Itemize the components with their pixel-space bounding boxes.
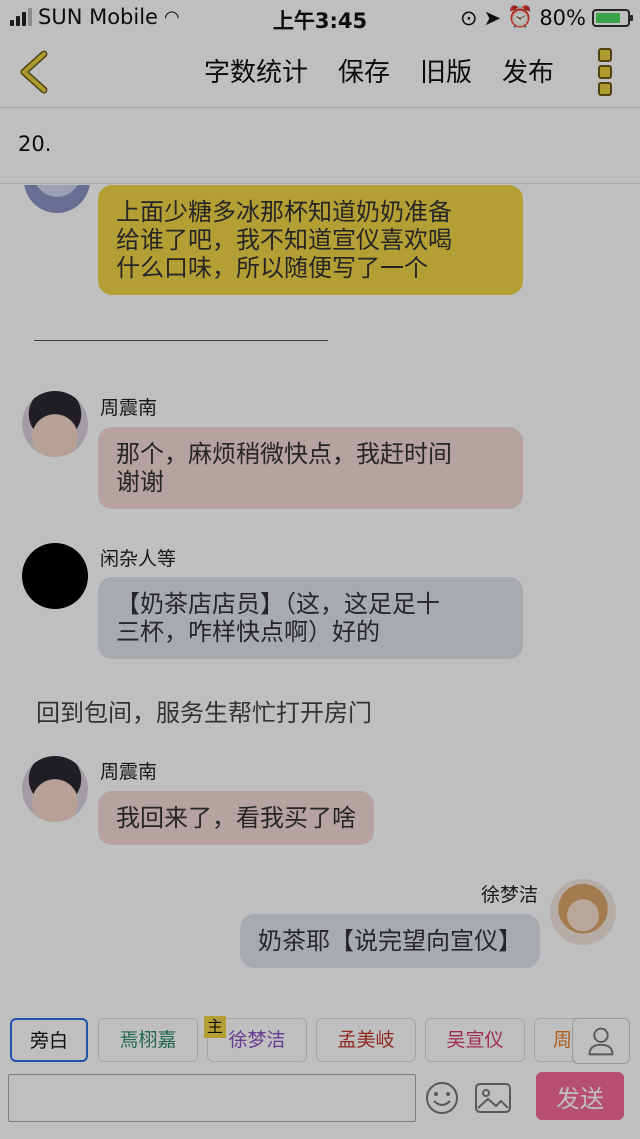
speaker-name: 周震南: [100, 397, 158, 419]
back-chevron-icon[interactable]: [16, 50, 50, 94]
avatar[interactable]: [22, 391, 88, 457]
message-bubble[interactable]: 我回来了，看我买了啥: [98, 791, 374, 845]
battery-percent: 80%: [539, 5, 586, 30]
location-icon: ➤: [483, 5, 502, 30]
status-bar: SUN Mobile ◠ 上午3:45 ⊙ ➤ ⏰ 80%: [0, 0, 640, 36]
speaker-name: 周震南: [100, 761, 158, 783]
image-icon[interactable]: [474, 1082, 512, 1114]
message-bubble[interactable]: 上面少糖多冰那杯知道奶奶准备 给谁了吧，我不知道宣仪喜欢喝 什么口味，所以随便写…: [98, 185, 523, 295]
word-count-button[interactable]: 字数统计: [204, 52, 308, 89]
host-badge: 主: [204, 1016, 226, 1038]
narration-text[interactable]: 回到包间，服务生帮忙打开房门: [36, 693, 372, 728]
input-bar: 发送: [0, 1072, 640, 1139]
message-bubble[interactable]: 【奶茶店店员】（这，这足足十 三杯，咋样快点啊）好的: [98, 577, 523, 659]
avatar[interactable]: [22, 756, 88, 822]
orientation-lock-icon: ⊙: [459, 5, 478, 30]
role-chip[interactable]: 焉栩嘉: [98, 1018, 198, 1062]
more-options-icon[interactable]: [598, 48, 614, 96]
avatar[interactable]: [24, 185, 90, 213]
role-chip[interactable]: 孟美岐: [316, 1018, 416, 1062]
save-button[interactable]: 保存: [338, 52, 390, 89]
status-right: ⊙ ➤ ⏰ 80%: [459, 5, 633, 30]
person-icon[interactable]: [572, 1018, 630, 1064]
chat-area[interactable]: 上面少糖多冰那杯知道奶奶准备 给谁了吧，我不知道宣仪喜欢喝 什么口味，所以随便写…: [0, 185, 640, 1000]
speaker-name: 闲杂人等: [100, 548, 177, 570]
avatar[interactable]: [22, 543, 88, 609]
message-bubble[interactable]: 奶茶耶【说完望向宣仪】: [240, 914, 540, 968]
battery-icon: [592, 8, 633, 27]
divider: [34, 340, 328, 341]
emoji-icon[interactable]: [424, 1080, 460, 1116]
old-version-button[interactable]: 旧版: [420, 52, 472, 89]
speaker-name: 徐梦洁: [480, 884, 538, 906]
role-chip-narrator[interactable]: 旁白: [10, 1018, 88, 1062]
send-button[interactable]: 发送: [536, 1072, 624, 1120]
avatar[interactable]: [550, 879, 616, 945]
alarm-icon: ⏰: [507, 5, 534, 29]
nav-bar: 字数统计 保存 旧版 发布: [0, 36, 640, 108]
message-input[interactable]: [8, 1074, 416, 1122]
role-selector: 旁白 焉栩嘉 徐梦洁 主 孟美岐 吴宣仪 周: [0, 1000, 640, 1072]
nav-actions: 字数统计 保存 旧版 发布: [204, 52, 554, 89]
role-chip[interactable]: 吴宣仪: [425, 1018, 525, 1062]
chapter-title-row[interactable]: 20.: [0, 108, 640, 184]
chapter-title: 20.: [18, 132, 52, 156]
message-bubble[interactable]: 那个，麻烦稍微快点，我赶时间 谢谢: [98, 427, 523, 509]
publish-button[interactable]: 发布: [502, 52, 554, 89]
